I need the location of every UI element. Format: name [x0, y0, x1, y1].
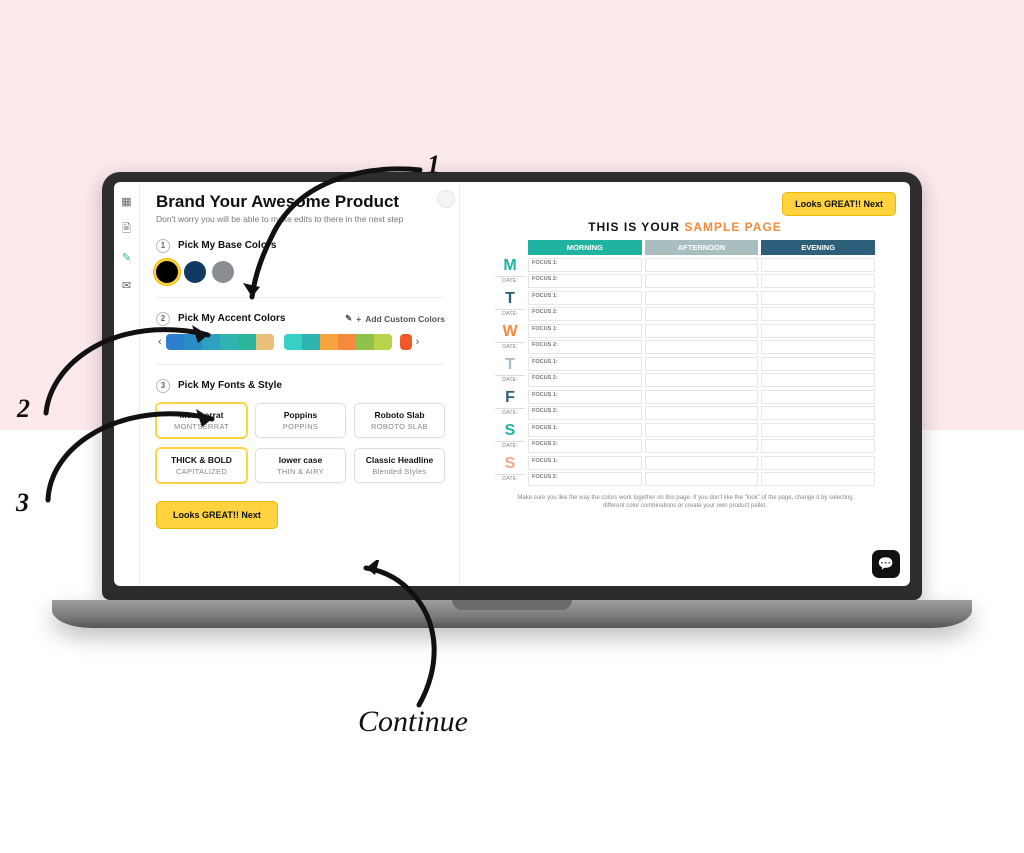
col-afternoon: AFTERNOON — [645, 240, 759, 255]
laptop-frame: ▦ 🖹 ✎ ✉ Brand Your Awesome Product Don't… — [102, 172, 922, 630]
font-option[interactable]: Roboto SlabROBOTO SLAB — [354, 403, 445, 438]
chat-icon[interactable]: 💬 — [872, 550, 900, 578]
base-color-swatch[interactable] — [212, 261, 234, 283]
annotation-continue: Continue — [358, 705, 468, 739]
sample-note: Make sure you like the way the colors wo… — [515, 494, 855, 510]
grid-icon[interactable]: ▦ — [120, 194, 134, 208]
annotation-2: 2 — [17, 394, 30, 424]
day-row: SDATE: — [495, 456, 875, 486]
base-color-swatch[interactable] — [156, 261, 178, 283]
arrow-continue — [334, 560, 474, 710]
annotation-1: 1 — [427, 150, 440, 180]
day-row: FDATE: — [495, 390, 875, 420]
mail-icon[interactable]: ✉ — [120, 278, 134, 292]
day-row: WDATE: — [495, 324, 875, 354]
base-color-swatch[interactable] — [184, 261, 206, 283]
annotation-3: 3 — [16, 488, 29, 518]
font-option[interactable]: PoppinsPOPPINS — [255, 403, 346, 438]
laptop-base — [52, 600, 972, 628]
col-evening: EVENING — [761, 240, 875, 255]
day-row: SDATE: — [495, 423, 875, 453]
step-number: 1 — [156, 239, 170, 253]
font-option[interactable]: Classic HeadlineBlended Styles — [354, 448, 445, 483]
progress-badge-icon — [437, 190, 455, 208]
col-morning: MORNING — [528, 240, 642, 255]
arrow-3 — [40, 400, 220, 520]
app-screen: ▦ 🖹 ✎ ✉ Brand Your Awesome Product Don't… — [114, 182, 910, 586]
font-option[interactable]: lower caseTHIN & AIRY — [255, 448, 346, 483]
palette-group-2[interactable] — [284, 334, 392, 350]
day-row: TDATE: — [495, 291, 875, 321]
sample-title: THIS IS YOUR SAMPLE PAGE — [472, 220, 898, 234]
palette-tail[interactable] — [400, 334, 412, 350]
page-icon[interactable]: 🖹 — [120, 222, 134, 236]
plus-icon: + — [356, 314, 361, 324]
sample-planner: MORNING AFTERNOON EVENING MDATE:TDATE:WD… — [495, 240, 875, 486]
day-row: TDATE: — [495, 357, 875, 387]
continue-button-top[interactable]: Looks GREAT!! Next — [782, 192, 896, 216]
brand-icon[interactable]: ✎ — [120, 250, 134, 264]
right-panel: Looks GREAT!! Next THIS IS YOUR SAMPLE P… — [460, 182, 910, 586]
chevron-right-icon[interactable]: › — [414, 336, 422, 348]
day-row: MDATE: — [495, 258, 875, 288]
arrow-1 — [240, 155, 430, 315]
